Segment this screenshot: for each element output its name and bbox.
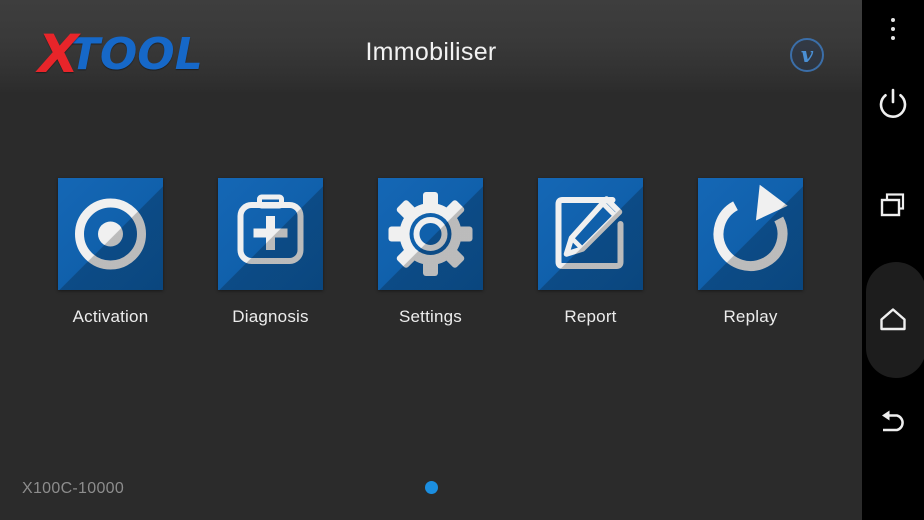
android-navigation-bar — [862, 0, 924, 520]
device-screen: XTOOL Immobiliser v Activation Diagnosis… — [0, 0, 924, 520]
app-label-settings: Settings — [398, 307, 463, 326]
tile-activation[interactable] — [58, 178, 163, 290]
app-label-activation: Activation — [72, 307, 149, 326]
app-item-settings[interactable]: Settings — [378, 178, 483, 327]
home-button[interactable] — [862, 289, 924, 351]
app-item-activation[interactable]: Activation — [58, 178, 163, 327]
three-dots-vertical-icon — [891, 18, 895, 40]
app-item-report[interactable]: Report — [538, 178, 643, 327]
page-dot-1[interactable] — [424, 481, 438, 494]
vimeo-v-icon[interactable]: v — [790, 38, 824, 72]
app-screen: XTOOL Immobiliser v Activation Diagnosis… — [0, 0, 862, 520]
app-header: XTOOL Immobiliser v — [0, 0, 862, 92]
gear-icon — [388, 192, 472, 276]
back-button[interactable] — [862, 393, 924, 455]
target-dot-icon — [74, 198, 146, 270]
tile-diagnosis[interactable] — [218, 178, 323, 290]
refresh-clockwise-icon — [713, 184, 788, 271]
power-icon — [879, 88, 907, 118]
tile-report[interactable] — [538, 178, 643, 290]
home-icon — [880, 308, 906, 331]
app-label-diagnosis: Diagnosis — [232, 307, 309, 326]
app-grid: Activation Diagnosis Settings Report Rep… — [58, 178, 808, 327]
back-arrow-icon — [882, 410, 904, 432]
pencil-edit-square-icon — [555, 196, 623, 269]
page-indicator[interactable] — [0, 481, 862, 494]
app-item-replay[interactable]: Replay — [698, 178, 803, 327]
recents-squares-icon — [880, 193, 905, 217]
app-label-replay: Replay — [723, 307, 778, 326]
app-item-diagnosis[interactable]: Diagnosis — [218, 178, 323, 327]
tile-settings[interactable] — [378, 178, 483, 290]
app-label-report: Report — [564, 307, 617, 326]
recents-button[interactable] — [862, 174, 924, 236]
overflow-menu-button[interactable] — [862, 0, 924, 60]
vimeo-v-glyph: v — [800, 41, 814, 67]
page-title: Immobiliser — [365, 38, 497, 66]
logo-letter-x: X — [38, 24, 79, 85]
power-button[interactable] — [862, 72, 924, 134]
tile-replay[interactable] — [698, 178, 803, 290]
first-aid-kit-icon — [237, 194, 303, 264]
